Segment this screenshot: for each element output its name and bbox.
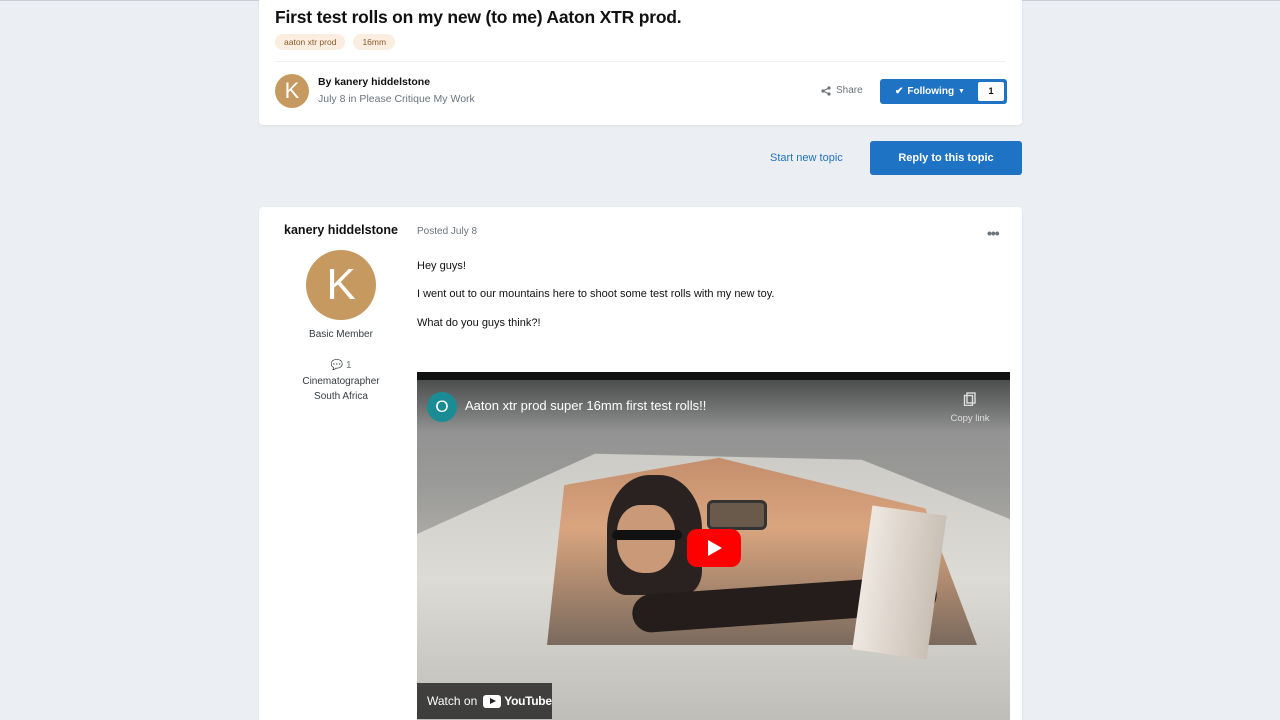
author-link[interactable]: kanery hiddelstone <box>334 76 430 88</box>
post-paragraph: I went out to our mountains here to shoo… <box>417 288 775 300</box>
thumbnail-mirror <box>707 500 767 530</box>
channel-avatar[interactable]: O <box>427 392 457 422</box>
poster-rank: Basic Member <box>309 329 373 340</box>
copy-icon <box>963 392 976 407</box>
post: kanery hiddelstone K Basic Member 💬 1 Ci… <box>259 207 1022 720</box>
share-button[interactable]: Share <box>821 85 863 96</box>
share-icon <box>821 85 831 96</box>
post-options-button[interactable]: ••• <box>987 225 1000 241</box>
start-new-topic-link[interactable]: Start new topic <box>770 152 843 164</box>
check-icon: ✔ <box>895 86 904 97</box>
thumbnail-sunglasses <box>612 530 682 540</box>
play-button[interactable] <box>687 529 741 567</box>
tag-16mm[interactable]: 16mm <box>353 34 396 50</box>
topic-meta: July 8 in Please Critique My Work <box>318 93 475 105</box>
following-label-wrap: ✔ Following ▼ <box>895 86 965 97</box>
youtube-icon <box>483 694 502 708</box>
youtube-embed[interactable]: O Aaton xtr prod super 16mm first test r… <box>417 372 1010 720</box>
post-count-value: 1 <box>345 360 352 371</box>
poster-avatar[interactable]: K <box>306 250 376 320</box>
reply-to-topic-button[interactable]: Reply to this topic <box>870 141 1022 175</box>
copy-link-label: Copy link <box>950 413 990 424</box>
watch-on-youtube-button[interactable]: Watch on YouTube <box>417 683 552 719</box>
comment-icon: 💬 <box>330 360 343 371</box>
avatar[interactable]: K <box>275 74 309 108</box>
watch-on-label: Watch on <box>427 694 478 708</box>
poster-location: South Africa <box>314 391 368 402</box>
post-paragraph: What do you guys think?! <box>417 317 541 329</box>
tag-aaton-xtr-prod[interactable]: aaton xtr prod <box>275 34 346 50</box>
following-label: Following <box>907 86 955 97</box>
poster-post-count: 💬 1 <box>259 360 423 371</box>
caret-down-icon: ▼ <box>958 88 965 95</box>
topic-header: First test rolls on my new (to me) Aaton… <box>259 0 1022 125</box>
posted-date[interactable]: Posted July 8 <box>417 226 477 237</box>
following-button[interactable]: ✔ Following ▼ 1 <box>880 79 1007 104</box>
youtube-wordmark: YouTube <box>504 694 552 708</box>
topic-title: First test rolls on my new (to me) Aaton… <box>275 7 682 27</box>
poster-name[interactable]: kanery hiddelstone <box>259 223 423 237</box>
share-label: Share <box>836 85 863 96</box>
tag-list: aaton xtr prod 16mm <box>275 34 396 50</box>
post-paragraph: Hey guys! <box>417 260 466 272</box>
topic-author: By kanery hiddelstone <box>318 76 430 88</box>
follower-count: 1 <box>978 82 1004 101</box>
video-title[interactable]: Aaton xtr prod super 16mm first test rol… <box>465 398 706 413</box>
divider <box>275 61 1006 62</box>
copy-link-button[interactable]: Copy link <box>945 392 995 424</box>
video-topbar: O Aaton xtr prod super 16mm first test r… <box>417 380 1010 432</box>
by-prefix: By <box>318 76 332 88</box>
poster-title: Cinematographer <box>302 376 380 387</box>
youtube-logo: YouTube <box>483 694 552 708</box>
